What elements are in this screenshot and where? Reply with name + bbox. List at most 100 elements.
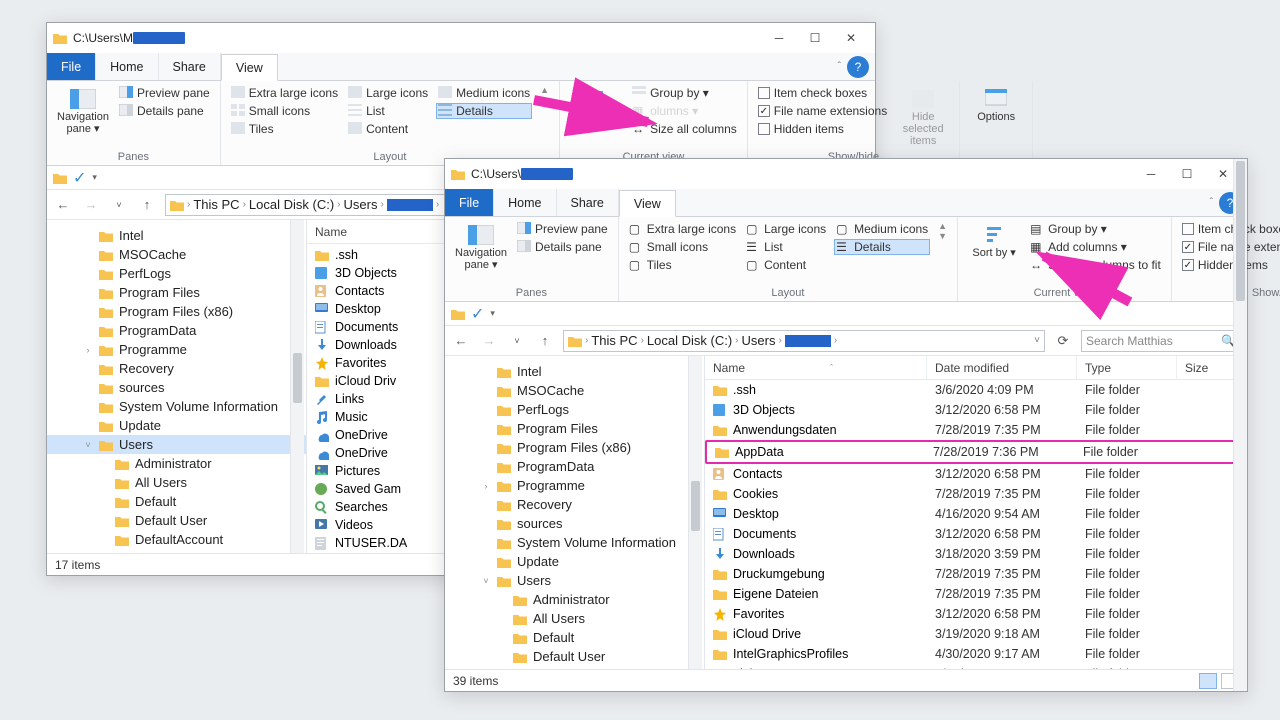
- layout-content[interactable]: ▢Content: [744, 257, 828, 273]
- list-item[interactable]: Documents 3/12/2020 6:58 PMFile folder: [705, 524, 1247, 544]
- list-item[interactable]: Downloads 3/18/2020 3:59 PMFile folder: [705, 544, 1247, 564]
- tree-item[interactable]: MSOCache: [47, 245, 306, 264]
- tree-item[interactable]: Program Files (x86): [445, 438, 704, 457]
- layout-medium[interactable]: ▢Medium icons: [834, 221, 930, 237]
- collapse-ribbon-icon[interactable]: ˆ: [1204, 197, 1219, 208]
- details-pane-button[interactable]: Details pane: [117, 103, 212, 119]
- tree-item[interactable]: PerfLogs: [445, 400, 704, 419]
- navigation-tree[interactable]: Intel MSOCache PerfLogs Program Files Pr…: [445, 356, 705, 669]
- item-checkboxes-toggle[interactable]: Item check boxes: [1180, 221, 1280, 237]
- back-button[interactable]: ←: [451, 333, 471, 348]
- tree-item[interactable]: DefaultAccount: [445, 666, 704, 669]
- layout-tiles[interactable]: ▢Tiles: [627, 257, 738, 273]
- list-item[interactable]: Contacts 3/12/2020 6:58 PMFile folder: [705, 464, 1247, 484]
- list-item[interactable]: Favorites 3/12/2020 6:58 PMFile folder: [705, 604, 1247, 624]
- layout-large[interactable]: ▢Large icons: [744, 221, 828, 237]
- options-button[interactable]: Options: [968, 85, 1024, 125]
- refresh-button[interactable]: ⟳: [1053, 333, 1073, 349]
- collapse-ribbon-icon[interactable]: ˆ: [832, 61, 847, 72]
- forward-button[interactable]: →: [81, 197, 101, 212]
- file-extensions-toggle[interactable]: File name extensions: [1180, 239, 1280, 255]
- back-button[interactable]: ←: [53, 197, 73, 212]
- tree-item[interactable]: Administrator: [47, 454, 306, 473]
- tree-item[interactable]: Default: [445, 628, 704, 647]
- forward-button[interactable]: →: [479, 333, 499, 348]
- layout-medium[interactable]: Medium icons: [436, 85, 532, 101]
- tree-item[interactable]: Program Files (x86): [47, 302, 306, 321]
- list-item[interactable]: 3D Objects 3/12/2020 6:58 PMFile folder: [705, 400, 1247, 420]
- list-item[interactable]: .ssh 3/6/2020 4:09 PMFile folder: [705, 380, 1247, 400]
- layout-extra-large[interactable]: Extra large icons: [229, 85, 340, 101]
- list-item[interactable]: IntelGraphicsProfiles 4/30/2020 9:17 AMF…: [705, 644, 1247, 664]
- qat-dropdown-icon[interactable]: ▾: [92, 172, 97, 183]
- layout-tiles[interactable]: Tiles: [229, 121, 340, 137]
- tree-item[interactable]: Update: [47, 416, 306, 435]
- list-item[interactable]: Anwendungsdaten 7/28/2019 7:35 PMFile fo…: [705, 420, 1247, 440]
- list-item[interactable]: Cookies 7/28/2019 7:35 PMFile folder: [705, 484, 1247, 504]
- tree-item[interactable]: All Users: [47, 473, 306, 492]
- col-type[interactable]: Type: [1077, 356, 1177, 379]
- tree-item[interactable]: DefaultAccount: [47, 530, 306, 549]
- layout-large[interactable]: Large icons: [346, 85, 430, 101]
- tree-item[interactable]: ProgramData: [445, 457, 704, 476]
- tree-item[interactable]: Default User: [445, 647, 704, 666]
- list-item[interactable]: Desktop 4/16/2020 9:54 AMFile folder: [705, 504, 1247, 524]
- tab-file[interactable]: File: [445, 189, 494, 216]
- layout-details[interactable]: Details: [436, 103, 532, 119]
- tab-home[interactable]: Home: [96, 53, 158, 80]
- tree-item[interactable]: System Volume Information: [445, 533, 704, 552]
- up-button[interactable]: ↑: [137, 197, 157, 212]
- help-icon[interactable]: ?: [847, 56, 869, 78]
- column-headers[interactable]: Nameˆ Date modified Type Size: [705, 356, 1247, 380]
- tree-item[interactable]: Program Files: [47, 283, 306, 302]
- maximize-button[interactable]: ☐: [1169, 160, 1205, 188]
- maximize-button[interactable]: ☐: [797, 24, 833, 52]
- tab-share[interactable]: Share: [159, 53, 221, 80]
- tree-item[interactable]: Recovery: [47, 359, 306, 378]
- hidden-items-toggle[interactable]: Hidden items: [756, 121, 889, 137]
- titlebar[interactable]: C:\Users\M ─ ☐ ✕: [47, 23, 875, 53]
- tree-item[interactable]: sources: [445, 514, 704, 533]
- layout-small[interactable]: ▢Small icons: [627, 239, 738, 255]
- preview-pane-button[interactable]: Preview pane: [117, 85, 212, 101]
- sort-by-button[interactable]: Sort by ▾: [966, 221, 1022, 261]
- tree-item[interactable]: All Users: [445, 609, 704, 628]
- tree-item[interactable]: Administrator: [445, 590, 704, 609]
- group-by-button[interactable]: ▤Group by ▾: [1028, 221, 1163, 237]
- item-checkboxes-toggle[interactable]: Item check boxes: [756, 85, 889, 101]
- qat-dropdown-icon[interactable]: ▾: [490, 308, 495, 319]
- list-item[interactable]: iCloud Drive 3/19/2020 9:18 AMFile folde…: [705, 624, 1247, 644]
- list-item-appdata[interactable]: AppData 7/28/2019 7:36 PMFile folder: [705, 440, 1247, 464]
- tree-item[interactable]: Intel: [47, 226, 306, 245]
- search-input[interactable]: Search Matthias🔍: [1081, 330, 1241, 352]
- layout-details[interactable]: ☰Details: [834, 239, 930, 255]
- navigation-pane-button[interactable]: Navigation pane ▾: [453, 221, 509, 273]
- navigation-pane-button[interactable]: Navigation pane ▾: [55, 85, 111, 137]
- list-item[interactable]: Eigene Dateien 7/28/2019 7:35 PMFile fol…: [705, 584, 1247, 604]
- tree-item[interactable]: Intel: [445, 362, 704, 381]
- tree-item[interactable]: › Programme: [47, 340, 306, 359]
- tree-item[interactable]: Default: [47, 492, 306, 511]
- tree-item[interactable]: Update: [445, 552, 704, 571]
- tab-view[interactable]: View: [619, 190, 676, 217]
- tree-item[interactable]: System Volume Information: [47, 397, 306, 416]
- details-view-button[interactable]: [1199, 673, 1217, 689]
- tree-item[interactable]: Program Files: [445, 419, 704, 438]
- titlebar[interactable]: C:\Users\ ─ ☐ ✕: [445, 159, 1247, 189]
- layout-more-icon[interactable]: ▲▼: [936, 221, 949, 241]
- up-button[interactable]: ↑: [535, 333, 555, 348]
- tree-item[interactable]: ˅ Users: [47, 435, 306, 454]
- tree-item[interactable]: › Programme: [445, 476, 704, 495]
- details-pane-button[interactable]: Details pane: [515, 239, 610, 255]
- tab-share[interactable]: Share: [557, 189, 619, 216]
- checkmark-icon[interactable]: ✓: [73, 168, 86, 188]
- breadcrumb[interactable]: ›This PC ›Local Disk (C:) ›Users › › ˅: [563, 330, 1045, 352]
- file-list[interactable]: .ssh 3/6/2020 4:09 PMFile folder3D Objec…: [705, 380, 1247, 669]
- tree-item[interactable]: sources: [47, 378, 306, 397]
- recent-dropdown[interactable]: ˅: [109, 200, 129, 210]
- layout-extra-large[interactable]: ▢Extra large icons: [627, 221, 738, 237]
- tree-item[interactable]: MSOCache: [445, 381, 704, 400]
- minimize-button[interactable]: ─: [1133, 160, 1169, 188]
- close-button[interactable]: ✕: [833, 24, 869, 52]
- recent-dropdown[interactable]: ˅: [507, 336, 527, 346]
